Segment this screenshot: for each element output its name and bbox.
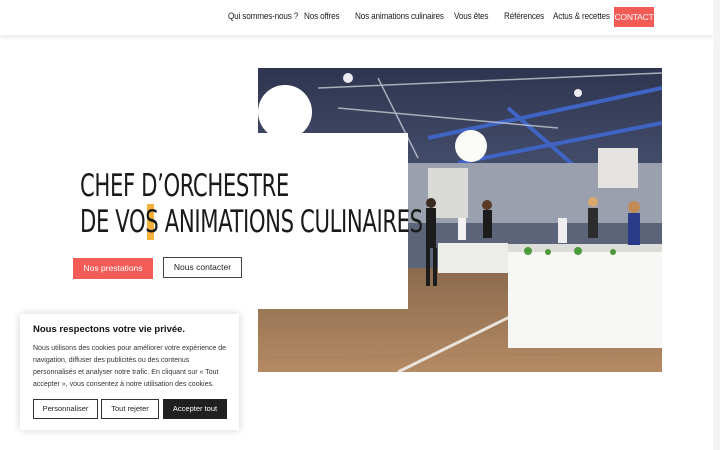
site-header: Qui sommes-nous ? Nos offres Nos animati… xyxy=(0,0,713,35)
nav-references[interactable]: Références xyxy=(504,11,544,22)
hero-heading: CHEF D’ORCHESTRE DE VOS ANIMATIONS CULIN… xyxy=(80,168,531,240)
hero-heading-line-1: CHEF D’ORCHESTRE xyxy=(80,168,289,204)
hero-heading-line-2: DE VOS ANIMATIONS CULINAIRES xyxy=(80,204,423,240)
nav-qui-sommes-nous[interactable]: Qui sommes-nous ? xyxy=(228,11,298,22)
nav-nos-offres[interactable]: Nos offres xyxy=(304,11,340,22)
nous-contacter-button[interactable]: Nous contacter xyxy=(163,257,242,278)
nav-nos-animations[interactable]: Nos animations culinaires xyxy=(355,11,444,22)
nav-vous-etes[interactable]: Vous êtes xyxy=(454,11,489,22)
page-scrollbar[interactable] xyxy=(713,0,720,450)
nos-prestations-button[interactable]: Nos prestations xyxy=(73,258,153,279)
cookie-customize-button[interactable]: Personnaliser xyxy=(33,399,98,419)
cookie-reject-button[interactable]: Tout rejeter xyxy=(101,399,159,419)
nav-actus-recettes[interactable]: Actus & recettes xyxy=(553,11,610,22)
cookie-banner: Nous respectons votre vie privée. Nous u… xyxy=(20,314,239,430)
cookie-title: Nous respectons votre vie privée. xyxy=(33,324,186,335)
cookie-description: Nous utilisons des cookies pour améliore… xyxy=(33,345,226,388)
cookie-accept-button[interactable]: Accepter tout xyxy=(163,399,227,419)
contact-button[interactable]: CONTACT xyxy=(614,7,654,27)
